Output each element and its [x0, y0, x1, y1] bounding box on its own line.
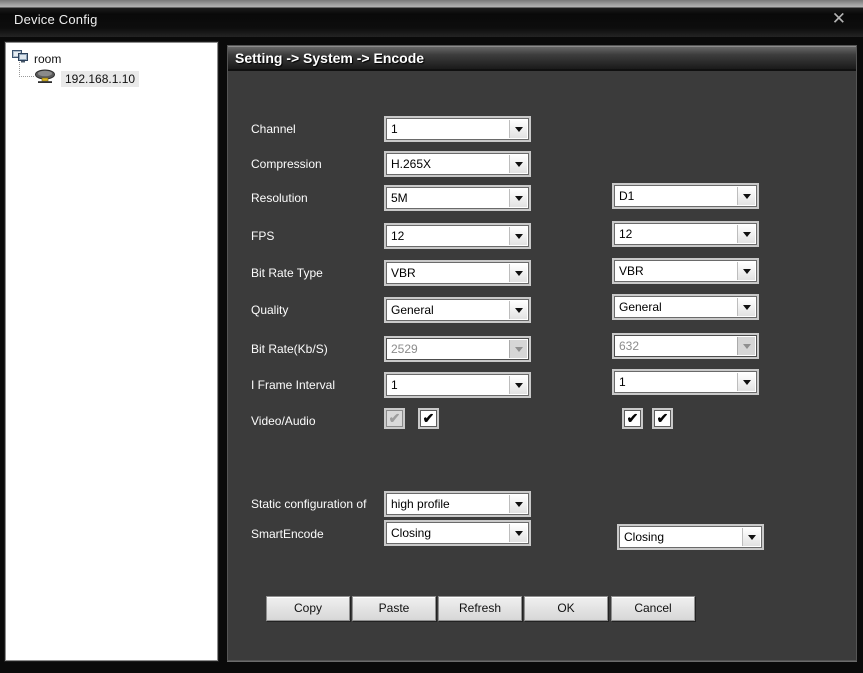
audio-extra-checkbox[interactable]: ✔ [654, 410, 671, 427]
chevron-down-icon[interactable] [509, 227, 527, 245]
smart-encode-value: Closing [391, 526, 506, 540]
smart-encode-select[interactable]: Closing [386, 522, 529, 544]
device-icon [34, 69, 56, 89]
bit-rate-type-extra-select[interactable]: VBR [614, 260, 757, 282]
audio-checkbox[interactable]: ✔ [420, 410, 437, 427]
fps-extra-select[interactable]: 12 [614, 223, 757, 245]
channel-select[interactable]: 1 [386, 118, 529, 140]
window-title-bar: Device Config ✕ [0, 0, 863, 37]
smart-encode-extra-select[interactable]: Closing [619, 526, 762, 548]
bit-rate-type-value: VBR [391, 266, 506, 280]
breadcrumb: Setting -> System -> Encode [228, 46, 856, 71]
video-extra-checkbox[interactable]: ✔ [624, 410, 641, 427]
fps-extra-value: 12 [619, 227, 734, 241]
check-icon: ✔ [389, 411, 401, 425]
check-icon: ✔ [657, 411, 669, 425]
fps-label: FPS [251, 229, 389, 243]
window-title: Device Config [14, 12, 98, 27]
fps-select[interactable]: 12 [386, 225, 529, 247]
resolution-select[interactable]: 5M [386, 187, 529, 209]
quality-value: General [391, 303, 506, 317]
chevron-down-icon[interactable] [509, 120, 527, 138]
compression-label: Compression [251, 157, 389, 171]
smart-encode-extra-value: Closing [624, 530, 739, 544]
quality-extra-select[interactable]: General [614, 296, 757, 318]
bit-rate-label: Bit Rate(Kb/S) [251, 342, 389, 356]
bit-rate-select: 2529 [386, 338, 529, 360]
chevron-down-icon[interactable] [737, 262, 755, 280]
bit-rate-type-label: Bit Rate Type [251, 266, 389, 280]
video-audio-label: Video/Audio [251, 414, 389, 428]
paste-button[interactable]: Paste [352, 596, 436, 621]
chevron-down-icon[interactable] [737, 187, 755, 205]
cancel-button[interactable]: Cancel [611, 596, 695, 621]
chevron-down-icon[interactable] [509, 264, 527, 282]
compression-value: H.265X [391, 157, 506, 171]
chevron-down-icon[interactable] [742, 528, 760, 546]
channel-label: Channel [251, 122, 389, 136]
static-config-select[interactable]: high profile [386, 493, 529, 515]
quality-extra-value: General [619, 300, 734, 314]
close-icon[interactable]: ✕ [832, 9, 846, 29]
bit-rate-type-extra-value: VBR [619, 264, 734, 278]
check-icon: ✔ [627, 411, 639, 425]
bit-rate-type-select[interactable]: VBR [386, 262, 529, 284]
chevron-down-icon[interactable] [509, 524, 527, 542]
device-tree-panel: room 192.168.1.10 [5, 42, 218, 661]
chevron-down-icon[interactable] [509, 376, 527, 394]
chevron-down-icon[interactable] [737, 373, 755, 391]
chevron-down-icon [509, 340, 527, 358]
video-checkbox: ✔ [386, 410, 403, 427]
static-config-value: high profile [391, 497, 506, 511]
i-frame-interval-extra-select[interactable]: 1 [614, 371, 757, 393]
compression-select[interactable]: H.265X [386, 153, 529, 175]
static-config-label: Static configuration of [251, 497, 389, 511]
resolution-value: 5M [391, 191, 506, 205]
smart-encode-label: SmartEncode [251, 527, 389, 541]
refresh-button[interactable]: Refresh [438, 596, 522, 621]
copy-button[interactable]: Copy [266, 596, 350, 621]
quality-label: Quality [251, 303, 389, 317]
resolution-extra-value: D1 [619, 189, 734, 203]
i-frame-interval-extra-value: 1 [619, 375, 734, 389]
tree-item-room-label: room [34, 52, 61, 66]
channel-value: 1 [391, 122, 506, 136]
i-frame-interval-value: 1 [391, 378, 506, 392]
check-icon: ✔ [423, 411, 435, 425]
fps-value: 12 [391, 229, 506, 243]
tree-item-device-label: 192.168.1.10 [61, 71, 139, 87]
i-frame-interval-label: I Frame Interval [251, 378, 389, 392]
quality-select[interactable]: General [386, 299, 529, 321]
chevron-down-icon[interactable] [509, 155, 527, 173]
chevron-down-icon[interactable] [509, 495, 527, 513]
tree-branch-line [19, 62, 34, 77]
tree-item-device[interactable]: 192.168.1.10 [34, 69, 139, 89]
encode-settings-panel: Setting -> System -> Encode Channel 1 Co… [227, 45, 857, 661]
chevron-down-icon[interactable] [737, 298, 755, 316]
i-frame-interval-select[interactable]: 1 [386, 374, 529, 396]
chevron-down-icon[interactable] [509, 189, 527, 207]
bit-rate-value: 2529 [391, 342, 506, 356]
ok-button[interactable]: OK [524, 596, 608, 621]
chevron-down-icon [737, 337, 755, 355]
bit-rate-extra-value: 632 [619, 339, 734, 353]
bit-rate-extra-select: 632 [614, 335, 757, 357]
chevron-down-icon[interactable] [509, 301, 527, 319]
chevron-down-icon[interactable] [737, 225, 755, 243]
resolution-extra-select[interactable]: D1 [614, 185, 757, 207]
resolution-label: Resolution [251, 191, 389, 205]
